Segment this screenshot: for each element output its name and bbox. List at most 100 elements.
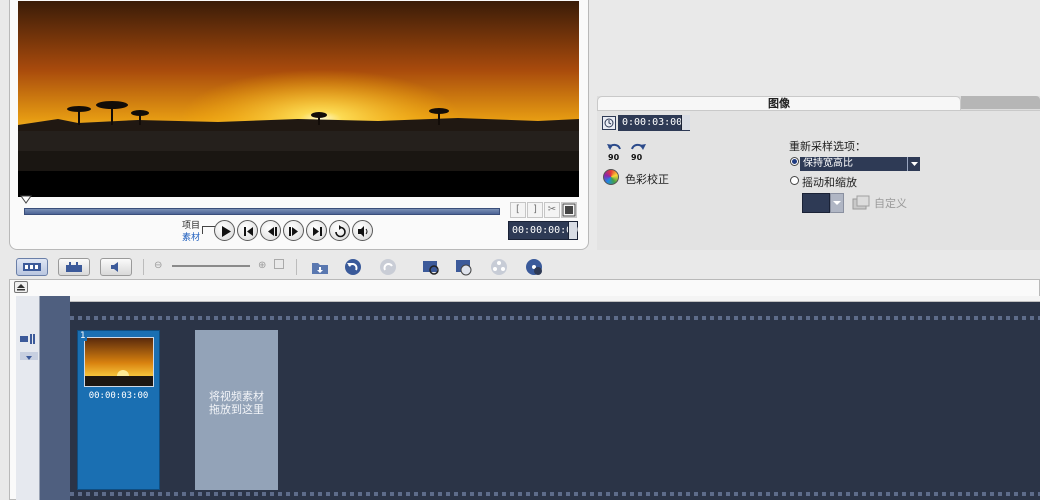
duration-spinner[interactable] [681, 115, 690, 130]
undo-icon [345, 259, 361, 275]
film-perforations-bottom [70, 492, 1040, 496]
undo-button[interactable] [343, 257, 363, 277]
redo-icon [380, 259, 396, 275]
fit-project-icon[interactable] [274, 259, 284, 269]
pan-zoom-radio[interactable] [790, 176, 799, 185]
preview-panel: [ ] ✂ 项目 素材 00:00:00:00 [9, 0, 589, 250]
chevron-down-icon [833, 201, 841, 205]
speaker-icon [358, 226, 368, 237]
scrub-bar[interactable] [24, 208, 500, 215]
previous-frame-button[interactable] [260, 220, 281, 241]
audio-view-button[interactable] [100, 258, 132, 276]
drop-target-slot[interactable]: 将视频素材 拖放到这里 [195, 330, 278, 490]
drop-hint-line-2: 拖放到这里 [209, 403, 264, 416]
end-button[interactable] [306, 220, 327, 241]
repeat-button[interactable] [329, 220, 350, 241]
timeline-icon [66, 262, 82, 272]
dvd-button[interactable] [524, 257, 544, 277]
zoom-in-icon[interactable]: ⊕ [258, 260, 266, 271]
tab-inactive[interactable] [961, 96, 1040, 109]
chevron-down-icon [911, 162, 918, 166]
pan-zoom-preset[interactable] [802, 193, 830, 213]
folder-icon [312, 263, 328, 274]
duration-value: 0:00:03:00 [622, 117, 683, 128]
timeline-toolbar: ⊖ ⊕ [0, 253, 1040, 280]
next-frame-button[interactable] [283, 220, 304, 241]
rotate-right-icon: 90 [631, 143, 646, 162]
clip-thumbnail [84, 337, 154, 387]
rotate-right-button[interactable]: 90 [628, 141, 648, 164]
keep-aspect-radio[interactable] [790, 157, 799, 166]
customize-label[interactable]: 自定义 [874, 195, 907, 211]
rotate-left-button[interactable]: 90 [605, 141, 625, 164]
mode-project-label[interactable]: 项目 [170, 220, 200, 232]
pan-zoom-label[interactable]: 摇动和缩放 [802, 174, 857, 190]
resample-dropdown-arrow[interactable] [907, 157, 920, 171]
zoom-slider[interactable] [172, 265, 250, 267]
color-correction-label[interactable]: 色彩校正 [625, 171, 669, 187]
fullscreen-button[interactable] [561, 202, 577, 218]
storyboard-icon [23, 263, 41, 271]
toolbar-divider [143, 259, 144, 275]
redo-button[interactable] [378, 257, 398, 277]
scissors-icon: ✂ [547, 204, 557, 215]
scrub-marker[interactable] [20, 195, 32, 205]
customize-icon[interactable] [851, 193, 871, 213]
disc-icon [526, 259, 542, 275]
smart-proxy-button[interactable] [421, 257, 441, 277]
options-panel: 图像 0:00:03:00 90 90 色彩校正 重新采样选项： 保持宽高比 摇… [597, 96, 1040, 250]
clip-duration: 00:00:03:00 [88, 391, 149, 401]
svg-text:90: 90 [631, 153, 643, 161]
skip-start-icon [244, 227, 253, 236]
skip-end-icon [313, 227, 322, 236]
track-header [16, 296, 40, 500]
collapse-button[interactable] [14, 281, 28, 293]
previous-frame-icon [268, 227, 277, 236]
fullscreen-icon [562, 203, 576, 217]
record-capture-button[interactable] [454, 257, 474, 277]
eject-icon [17, 284, 25, 291]
chevron-down-icon [26, 356, 32, 360]
track-divider [40, 296, 70, 500]
timeline-view-button[interactable] [58, 258, 90, 276]
screen-capture-icon [423, 261, 439, 275]
play-button[interactable] [214, 220, 235, 241]
storyboard-view-button[interactable] [16, 258, 48, 276]
film-perforations-top [70, 316, 1040, 320]
drop-hint: 将视频素材 拖放到这里 [195, 390, 278, 416]
clip-index: 1 [79, 331, 87, 341]
auto-music-button[interactable] [489, 257, 509, 277]
timecode-display[interactable]: 00:00:00:00 [508, 221, 578, 240]
insert-media-button[interactable] [310, 257, 330, 277]
video-preview [18, 1, 579, 197]
play-icon [222, 226, 231, 237]
toolbar-divider [296, 259, 297, 275]
tab-image[interactable]: 图像 [597, 96, 961, 111]
mode-labels: 项目 素材 [170, 220, 200, 244]
svg-text:90: 90 [608, 153, 620, 161]
repeat-icon [335, 225, 346, 238]
split-clip-button[interactable]: ✂ [544, 202, 560, 218]
film-reel-icon [491, 259, 507, 275]
track-scroll-down[interactable] [20, 352, 38, 360]
timecode-spinner[interactable] [568, 222, 577, 239]
rotate-left-icon: 90 [607, 143, 621, 162]
mark-out-button[interactable]: ] [527, 202, 543, 218]
home-button[interactable] [237, 220, 258, 241]
duration-field[interactable]: 0:00:03:00 [618, 115, 690, 131]
video-track-icon[interactable] [20, 334, 36, 347]
clock-icon [602, 116, 616, 130]
zoom-out-icon[interactable]: ⊖ [154, 260, 162, 271]
speaker-icon [111, 262, 118, 272]
mark-in-button[interactable]: [ [510, 202, 526, 218]
record-capture-icon [456, 260, 472, 276]
next-frame-icon [289, 227, 298, 236]
mode-clip-label[interactable]: 素材 [170, 232, 200, 244]
drop-hint-line-1: 将视频素材 [209, 390, 264, 403]
color-wheel-icon[interactable] [603, 169, 619, 185]
resample-select[interactable]: 保持宽高比 [800, 157, 920, 171]
preset-dropdown-arrow[interactable] [830, 193, 844, 213]
clip-thumbnail-card[interactable]: 1 00:00:03:00 [77, 330, 160, 490]
resample-title: 重新采样选项： [789, 140, 866, 153]
volume-button[interactable] [352, 220, 373, 241]
